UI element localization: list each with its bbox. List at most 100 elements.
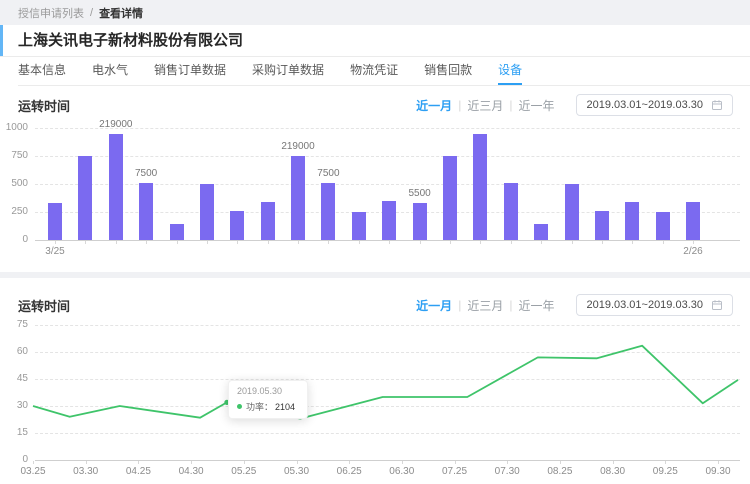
bar-1[interactable] (78, 156, 92, 240)
tooltip-series-row: 功率： 2104 (237, 400, 299, 413)
x-axis-tick (455, 461, 456, 464)
bar-8[interactable] (291, 156, 305, 240)
bar-value-label-9: 7500 (317, 168, 339, 179)
x-axis-line (35, 240, 740, 241)
x-axis-tick (693, 241, 694, 244)
x-axis-tick (85, 241, 86, 244)
line-chart: 2019.05.30 功率： 2104 0 15 30 45 60 75 03.25 03.3… (0, 278, 750, 484)
x-axis-tick (718, 461, 719, 464)
x-axis-tick (207, 241, 208, 244)
breadcrumb: 授信申请列表 / 查看详情 (18, 0, 143, 25)
breadcrumb-current: 查看详情 (99, 5, 143, 21)
x-axis-tick (572, 241, 573, 244)
x-axis-label-11: 08.30 (600, 466, 625, 477)
x-axis-tick (511, 241, 512, 244)
breadcrumb-parent-link[interactable]: 授信申请列表 (18, 5, 84, 21)
y-axis-label-250: 250 (0, 206, 28, 217)
x-axis-tick (268, 241, 269, 244)
bar-15[interactable] (504, 183, 518, 240)
x-axis-label-8: 07.25 (442, 466, 467, 477)
page: 授信申请列表 / 查看详情 上海关讯电子新材料股份有限公司 基本信息电水气销售订… (0, 0, 750, 484)
y-axis-label-75: 75 (0, 319, 28, 330)
x-axis-tick (541, 241, 542, 244)
x-axis-tick (359, 241, 360, 244)
x-axis-tick (297, 461, 298, 464)
bar-16[interactable] (534, 224, 548, 240)
x-axis-tick (55, 241, 56, 244)
x-axis-label-4: 05.25 (231, 466, 256, 477)
gridline-y750 (35, 156, 740, 157)
x-axis-label-3: 04.30 (179, 466, 204, 477)
y-axis-label-60: 60 (0, 346, 28, 357)
y-axis-label-0: 0 (0, 234, 28, 245)
x-axis-label-1: 03.30 (73, 466, 98, 477)
line-series (33, 325, 740, 460)
bar-value-label-2: 219000 (99, 119, 132, 130)
bar-9[interactable] (321, 183, 335, 240)
x-axis-tick (420, 241, 421, 244)
bar-3[interactable] (139, 183, 153, 240)
breadcrumb-separator: / (90, 7, 93, 19)
x-axis-tick (663, 241, 664, 244)
bar-18[interactable] (595, 211, 609, 240)
tooltip-value: 2104 (275, 402, 295, 412)
x-axis-tick (244, 461, 245, 464)
bar-20[interactable] (656, 212, 670, 240)
x-axis-tick (86, 461, 87, 464)
x-axis-tick (177, 241, 178, 244)
power-line (33, 346, 738, 419)
x-axis-tick (389, 241, 390, 244)
y-axis-label-0: 0 (0, 454, 28, 465)
bar-value-label-12: 5500 (408, 188, 430, 199)
bar-value-label-8: 219000 (281, 141, 314, 152)
bar-6[interactable] (230, 211, 244, 240)
x-axis-label-0: 3/25 (45, 246, 64, 257)
y-axis-label-15: 15 (0, 427, 28, 438)
x-axis-tick (191, 461, 192, 464)
x-axis-tick (450, 241, 451, 244)
bar-2[interactable] (109, 134, 123, 240)
bar-21[interactable] (686, 202, 700, 240)
bar-0[interactable] (48, 203, 62, 240)
x-axis-tick (237, 241, 238, 244)
bar-14[interactable] (473, 134, 487, 240)
bar-7[interactable] (261, 202, 275, 240)
y-axis-label-750: 750 (0, 150, 28, 161)
bar-17[interactable] (565, 184, 579, 240)
tooltip-date: 2019.05.30 (237, 386, 299, 396)
line-chart-card: 运转时间 近一月|近三月|近一年 2019.03.01~2019.03.30 2… (0, 278, 750, 484)
x-axis-tick (298, 241, 299, 244)
x-axis-line (35, 460, 740, 461)
x-axis-label-0: 03.25 (20, 466, 45, 477)
detail-card: 上海关讯电子新材料股份有限公司 基本信息电水气销售订单数据采购订单数据物流凭证销… (0, 25, 750, 272)
x-axis-tick (138, 461, 139, 464)
bar-11[interactable] (382, 201, 396, 240)
x-axis-label-7: 06.30 (389, 466, 414, 477)
x-axis-tick (480, 241, 481, 244)
x-axis-tick (402, 461, 403, 464)
x-axis-label-10: 08.25 (547, 466, 572, 477)
bar-10[interactable] (352, 212, 366, 240)
bar-13[interactable] (443, 156, 457, 240)
x-axis-tick (665, 461, 666, 464)
bar-19[interactable] (625, 202, 639, 240)
x-axis-label-9: 07.30 (495, 466, 520, 477)
series-dot-icon (237, 404, 242, 409)
chart-tooltip: 2019.05.30 功率： 2104 (228, 380, 308, 419)
x-axis-label-12: 09.25 (653, 466, 678, 477)
x-axis-label-5: 05.30 (284, 466, 309, 477)
y-axis-label-30: 30 (0, 400, 28, 411)
y-axis-label-1000: 1000 (0, 122, 28, 133)
x-axis-label-6: 06.25 (337, 466, 362, 477)
x-axis-tick (349, 461, 350, 464)
bar-12[interactable] (413, 203, 427, 240)
x-axis-tick (632, 241, 633, 244)
x-axis-label-2: 04.25 (126, 466, 151, 477)
bar-5[interactable] (200, 184, 214, 240)
x-axis-tick (33, 461, 34, 464)
bar-chart: 025050075010002190007500219000750055003/… (0, 25, 750, 272)
x-axis-tick (602, 241, 603, 244)
bar-4[interactable] (170, 224, 184, 240)
y-axis-label-45: 45 (0, 373, 28, 384)
tooltip-series-label: 功率： (246, 400, 273, 413)
